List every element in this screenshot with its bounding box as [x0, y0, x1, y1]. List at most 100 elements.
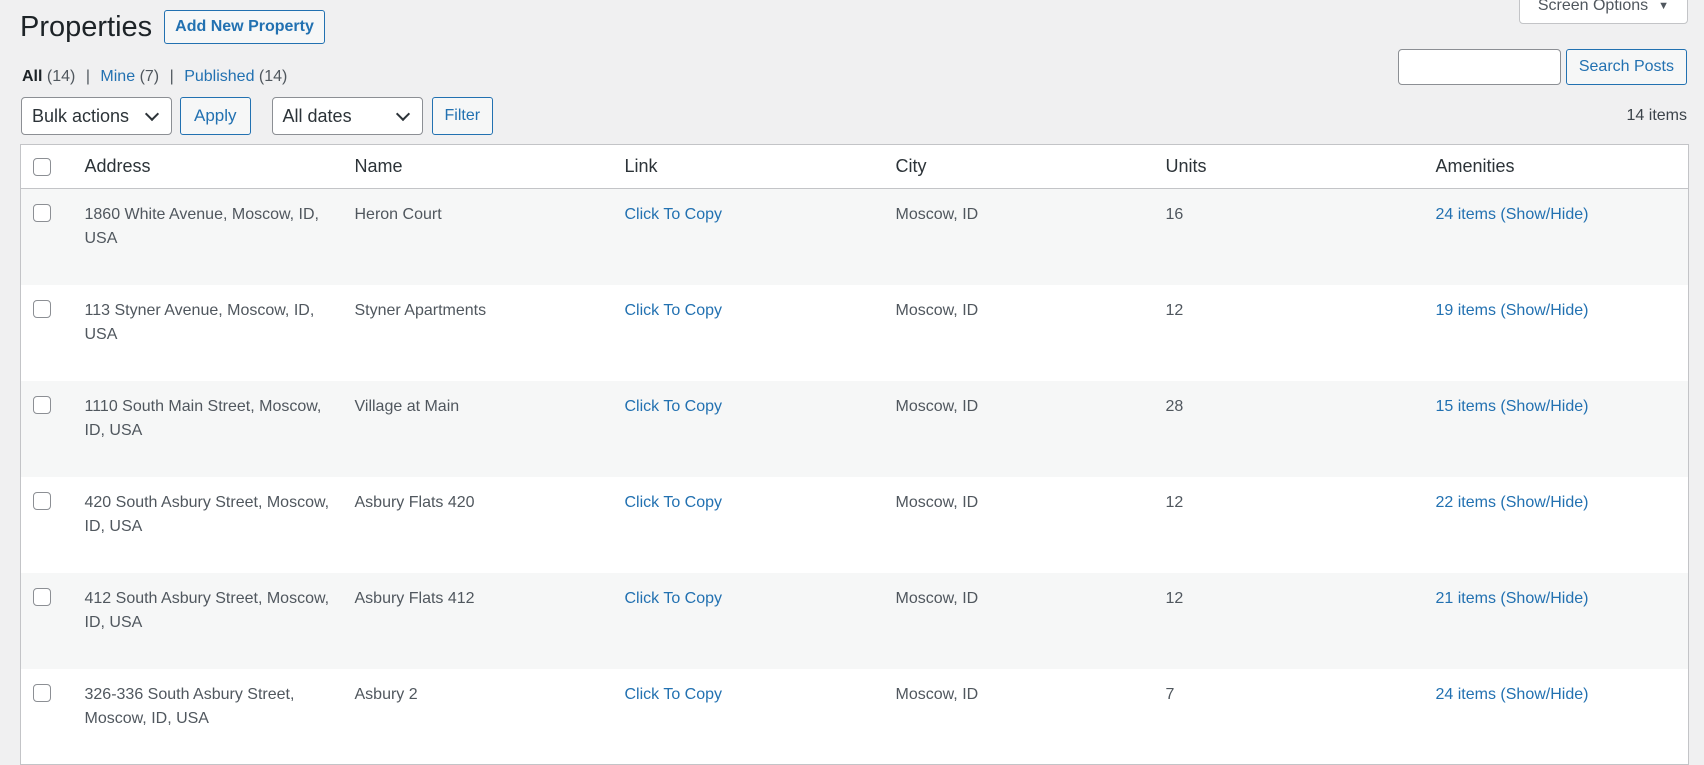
amenities-cell: 21 items (Show/Hide): [1426, 573, 1689, 669]
view-filters: All (14) | Mine (7) | Published (14): [22, 68, 287, 86]
table-row: 326-336 South Asbury Street, Moscow, ID,…: [20, 668, 1689, 765]
column-header-address: Address: [74, 144, 345, 189]
amenities-toggle-link[interactable]: 15 items (Show/Hide): [1436, 398, 1589, 415]
name-cell: Village at Main: [354, 397, 460, 415]
address-cell: 1110 South Main Street, Moscow, ID, USA: [84, 397, 322, 439]
row-checkbox[interactable]: [33, 395, 51, 414]
amenities-toggle-link[interactable]: 22 items (Show/Hide): [1436, 494, 1589, 511]
screen-options-label: Screen Options: [1537, 0, 1649, 14]
click-to-copy-link[interactable]: Click To Copy: [625, 398, 723, 415]
table-row: 420 South Asbury Street, Moscow, ID, USA…: [20, 476, 1689, 573]
amenities-cell: 15 items (Show/Hide): [1426, 381, 1689, 477]
address-cell: 420 South Asbury Street, Moscow, ID, USA: [84, 493, 330, 535]
city-cell: Moscow, ID: [895, 301, 979, 319]
column-header-link: Link: [614, 144, 886, 189]
click-to-copy-link[interactable]: Click To Copy: [625, 590, 723, 607]
address-cell: 326-336 South Asbury Street, Moscow, ID,…: [84, 685, 295, 727]
amenities-toggle-link[interactable]: 24 items (Show/Hide): [1436, 686, 1589, 703]
link-cell: Click To Copy: [615, 477, 886, 573]
name-cell: Heron Court: [354, 206, 442, 223]
dates-filter-select[interactable]: All dates: [271, 97, 423, 135]
amenities-toggle-link[interactable]: 21 items (Show/Hide): [1436, 590, 1589, 607]
link-cell: Click To Copy: [615, 381, 886, 477]
page-heading: Properties Add New Property: [20, 10, 325, 44]
properties-table: Address Name Link City Units Amenities 1…: [20, 144, 1689, 765]
dates-filter-value: All dates: [282, 105, 352, 126]
amenities-toggle-link[interactable]: 24 items (Show/Hide): [1436, 206, 1589, 223]
units-cell: 12: [1165, 589, 1184, 607]
add-new-property-button[interactable]: Add New Property: [164, 10, 325, 44]
caret-down-icon: ▼: [1658, 0, 1669, 12]
view-all-count: (14): [46, 68, 76, 85]
table-row: 1110 South Main Street, Moscow, ID, USA …: [20, 380, 1689, 477]
table-row: 1860 White Avenue, Moscow, ID, USA Heron…: [20, 188, 1689, 285]
view-separator: |: [169, 68, 174, 85]
address-cell: 1860 White Avenue, Moscow, ID, USA: [84, 206, 320, 247]
search-box: Search Posts: [1397, 49, 1687, 85]
view-published-count: (14): [258, 68, 288, 85]
row-checkbox[interactable]: [33, 587, 51, 606]
page-title: Properties: [20, 10, 153, 43]
row-checkbox-cell: [21, 285, 75, 381]
name-cell: Asbury Flats 420: [354, 493, 475, 511]
row-checkbox-cell: [21, 669, 75, 765]
bulk-actions-select[interactable]: Bulk actions: [21, 97, 172, 135]
table-row: 113 Styner Avenue, Moscow, ID, USA Styne…: [20, 284, 1689, 381]
amenities-cell: 24 items (Show/Hide): [1426, 669, 1689, 765]
click-to-copy-link[interactable]: Click To Copy: [625, 494, 723, 511]
address-cell: 412 South Asbury Street, Moscow, ID, USA: [84, 589, 330, 631]
amenities-cell: 19 items (Show/Hide): [1426, 285, 1689, 381]
row-checkbox[interactable]: [33, 204, 51, 222]
amenities-toggle-link[interactable]: 19 items (Show/Hide): [1436, 302, 1589, 319]
view-published-link[interactable]: Published: [184, 68, 254, 85]
select-all-cell: [20, 144, 75, 189]
column-header-units: Units: [1155, 144, 1426, 189]
amenities-cell: 24 items (Show/Hide): [1426, 189, 1689, 285]
name-cell: Styner Apartments: [354, 301, 487, 319]
apply-button[interactable]: Apply: [180, 97, 251, 135]
row-checkbox[interactable]: [33, 299, 51, 318]
units-cell: 16: [1165, 206, 1184, 223]
items-count: 14 items: [1626, 107, 1687, 124]
link-cell: Click To Copy: [615, 573, 886, 669]
row-checkbox-cell: [21, 477, 75, 573]
link-cell: Click To Copy: [615, 189, 886, 285]
column-header-amenities: Amenities: [1425, 144, 1689, 189]
row-checkbox[interactable]: [33, 683, 51, 702]
click-to-copy-link[interactable]: Click To Copy: [625, 206, 723, 223]
column-header-name: Name: [344, 144, 615, 189]
units-cell: 28: [1165, 397, 1184, 415]
link-cell: Click To Copy: [615, 669, 886, 765]
select-all-checkbox[interactable]: [33, 158, 51, 177]
chevron-down-icon: [144, 106, 160, 121]
column-header-city: City: [885, 144, 1156, 189]
city-cell: Moscow, ID: [895, 589, 979, 607]
bulk-actions-value: Bulk actions: [32, 105, 130, 126]
click-to-copy-link[interactable]: Click To Copy: [625, 302, 723, 319]
view-separator: |: [85, 68, 90, 85]
city-cell: Moscow, ID: [895, 685, 979, 703]
name-cell: Asbury Flats 412: [354, 589, 475, 607]
table-row: 412 South Asbury Street, Moscow, ID, USA…: [20, 572, 1689, 669]
table-header-row: Address Name Link City Units Amenities: [20, 144, 1689, 189]
link-cell: Click To Copy: [615, 285, 886, 381]
view-mine-link[interactable]: Mine: [100, 68, 135, 85]
row-checkbox-cell: [21, 573, 75, 669]
search-input[interactable]: [1397, 49, 1561, 85]
city-cell: Moscow, ID: [895, 206, 979, 223]
filter-button[interactable]: Filter: [431, 97, 494, 135]
name-cell: Asbury 2: [354, 685, 418, 703]
amenities-cell: 22 items (Show/Hide): [1426, 477, 1689, 573]
units-cell: 12: [1165, 301, 1184, 319]
address-cell: 113 Styner Avenue, Moscow, ID, USA: [84, 301, 315, 343]
view-all-link[interactable]: All: [22, 68, 42, 85]
units-cell: 7: [1165, 685, 1175, 703]
row-checkbox-cell: [21, 381, 75, 477]
city-cell: Moscow, ID: [895, 493, 979, 511]
screen-options-button[interactable]: Screen Options ▼: [1518, 0, 1688, 24]
click-to-copy-link[interactable]: Click To Copy: [625, 686, 723, 703]
units-cell: 12: [1165, 493, 1184, 511]
row-checkbox[interactable]: [33, 491, 51, 510]
view-mine-count: (7): [139, 68, 160, 85]
search-posts-button[interactable]: Search Posts: [1565, 49, 1687, 85]
